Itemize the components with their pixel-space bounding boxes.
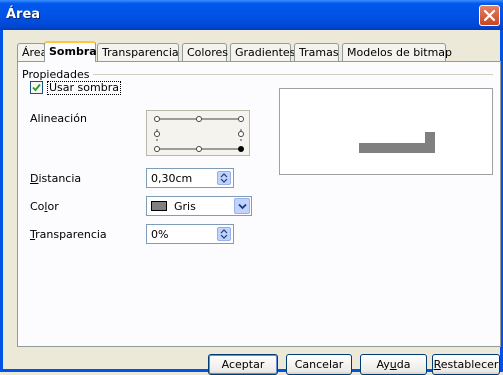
shadow-shape [359,132,435,153]
distance-spin-button[interactable] [217,171,231,185]
tab-hatching[interactable]: Tramas [294,43,339,61]
color-label: Color [30,200,59,213]
tab-bitmaps[interactable]: Modelos de bitmap [342,43,452,61]
color-select[interactable]: Gris [146,196,252,216]
use-shadow-label[interactable]: Usar sombra [47,81,121,95]
tab-colors[interactable]: Colores [182,43,228,61]
title-bar[interactable]: Área [0,0,503,30]
transparency-input[interactable]: 0% [146,224,234,244]
shadow-panel: Propiedades Usar sombra Alineación Dista… [17,61,501,347]
transparency-value: 0% [151,228,169,241]
distance-label: Distancia [30,172,82,185]
chevron-down-icon [237,203,247,209]
shadow-preview [279,88,493,175]
transparency-label: Transparencia [30,228,107,241]
window-title: Área [6,7,41,22]
tab-shadow[interactable]: Sombra [44,41,97,62]
properties-group-label: Propiedades [22,68,90,81]
color-value: Gris [174,200,196,213]
spin-arrows-icon [220,229,228,239]
transparency-spin-button[interactable] [217,227,231,241]
use-shadow-checkbox[interactable] [30,81,43,94]
alignment-label: Alineación [30,112,87,125]
alignment-grid-icon [154,116,244,152]
color-swatch [151,201,167,211]
close-icon [484,10,495,21]
tab-gradients[interactable]: Gradientes [230,43,295,61]
tab-area[interactable]: Área [17,43,47,61]
color-dropdown-button[interactable] [234,198,250,214]
distance-input[interactable]: 0,30cm [146,168,234,188]
group-divider [93,74,493,75]
tab-transparency[interactable]: Transparencia [97,43,179,61]
alignment-control[interactable] [146,110,250,156]
distance-value: 0,30cm [151,172,193,185]
spin-arrows-icon [220,173,228,183]
check-icon [32,83,41,92]
dialog-body: Área Sombra Transparencia Colores Gradie… [0,30,503,375]
close-button[interactable] [479,5,500,26]
